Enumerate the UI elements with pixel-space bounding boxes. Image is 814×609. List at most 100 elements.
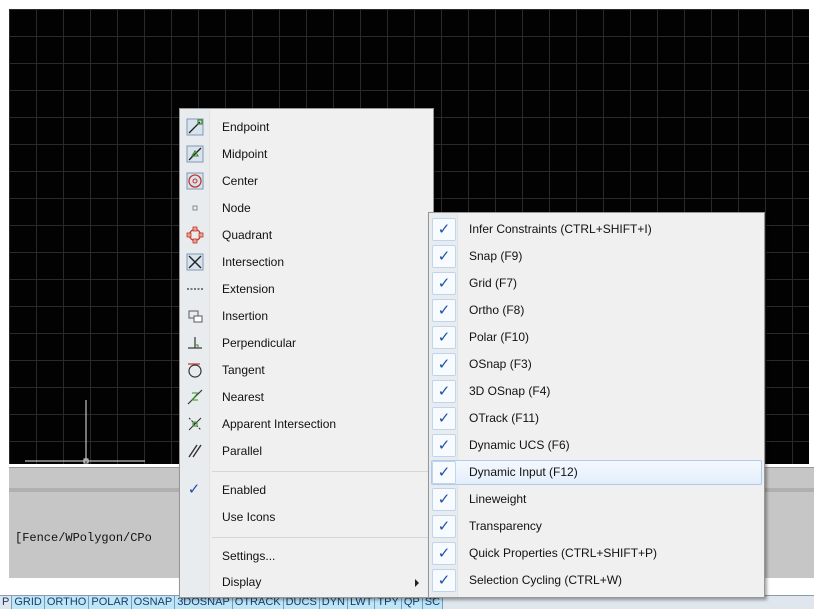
- checkmark-icon: ✓: [432, 299, 456, 322]
- checkmark-icon: ✓: [432, 380, 456, 403]
- parallel-icon: [188, 444, 202, 458]
- menu-item-label: Nearest: [222, 390, 265, 404]
- menu-item-endpoint[interactable]: Endpoint: [180, 114, 433, 141]
- menu-item-label: Grid (F7): [469, 276, 517, 290]
- center-icon: [186, 172, 204, 190]
- submenu-item-polar[interactable]: ✓ Polar (F10): [429, 324, 764, 351]
- submenu-item-dynamic-input[interactable]: ✓ Dynamic Input (F12): [429, 459, 764, 486]
- midpoint-icon: [186, 145, 204, 163]
- menu-item-quadrant[interactable]: Quadrant: [180, 222, 433, 249]
- menu-item-insertion[interactable]: Insertion: [180, 303, 433, 330]
- menu-item-label: Tangent: [222, 363, 265, 377]
- perpendicular-icon: [188, 337, 202, 349]
- menu-item-label: Midpoint: [222, 147, 268, 161]
- checkmark-icon: ✓: [432, 407, 456, 430]
- menu-item-settings[interactable]: Settings...: [180, 543, 433, 570]
- menu-item-label: Extension: [222, 282, 275, 296]
- checkmark-icon: ✓: [432, 434, 456, 457]
- menu-item-label: Polar (F10): [469, 330, 530, 344]
- extension-icon: [187, 288, 203, 290]
- menu-item-label: Display: [222, 575, 262, 589]
- menu-item-perpendicular[interactable]: Perpendicular: [180, 330, 433, 357]
- menu-item-extension[interactable]: Extension: [180, 276, 433, 303]
- checkmark-icon: ✓: [432, 542, 456, 565]
- menu-item-intersection[interactable]: Intersection: [180, 249, 433, 276]
- menu-item-label: OSnap (F3): [469, 357, 532, 371]
- submenu-item-quick-properties[interactable]: ✓ Quick Properties (CTRL+SHIFT+P): [429, 540, 764, 567]
- menu-item-label: Parallel: [222, 444, 263, 458]
- menu-item-label: Settings...: [222, 549, 276, 563]
- menu-item-label: Infer Constraints (CTRL+SHIFT+I): [469, 222, 652, 236]
- menu-item-label: Transparency: [469, 519, 542, 533]
- checkmark-icon: ✓: [432, 245, 456, 268]
- status-toggle-osnap[interactable]: OSNAP: [131, 596, 176, 609]
- menu-item-label: Quick Properties (CTRL+SHIFT+P): [469, 546, 658, 560]
- menu-item-label: Quadrant: [222, 228, 273, 242]
- node-icon: [192, 205, 198, 211]
- checkmark-icon: ✓: [432, 218, 456, 241]
- menu-item-center[interactable]: Center: [180, 168, 433, 195]
- checkmark-icon: ✓: [187, 481, 201, 498]
- endpoint-icon: [186, 118, 204, 136]
- menu-item-label: Center: [222, 174, 259, 188]
- menu-item-label: Endpoint: [222, 120, 270, 134]
- menu-item-label: Intersection: [222, 255, 285, 269]
- checkmark-icon: ✓: [432, 326, 456, 349]
- submenu-item-transparency[interactable]: ✓ Transparency: [429, 513, 764, 540]
- submenu-item-3d-osnap[interactable]: ✓ 3D OSnap (F4): [429, 378, 764, 405]
- display-submenu: ✓ Infer Constraints (CTRL+SHIFT+I) ✓ Snap (…: [428, 212, 765, 598]
- submenu-item-infer-constraints[interactable]: ✓ Infer Constraints (CTRL+SHIFT+I): [429, 216, 764, 243]
- menu-item-enabled[interactable]: ✓ Enabled: [180, 477, 433, 504]
- menu-item-use-icons[interactable]: Use Icons: [180, 504, 433, 531]
- menu-item-label: Dynamic Input (F12): [469, 465, 578, 479]
- menu-item-label: Insertion: [222, 309, 269, 323]
- menu-item-node[interactable]: Node: [180, 195, 433, 222]
- status-toggle-ortho[interactable]: ORTHO: [44, 596, 90, 609]
- menu-item-parallel[interactable]: Parallel: [180, 438, 433, 465]
- status-toggle-grid[interactable]: GRID: [12, 596, 45, 609]
- menu-item-label: Apparent Intersection: [222, 417, 337, 431]
- nearest-icon: [187, 389, 203, 405]
- ucs-icon: [25, 400, 145, 464]
- menu-item-label: Use Icons: [222, 510, 276, 524]
- status-toggle-p[interactable]: P: [0, 596, 13, 609]
- menu-item-label: 3D OSnap (F4): [469, 384, 551, 398]
- menu-item-label: Lineweight: [469, 492, 527, 506]
- submenu-item-osnap[interactable]: ✓ OSnap (F3): [429, 351, 764, 378]
- menu-item-label: Snap (F9): [469, 249, 523, 263]
- menu-item-label: Selection Cycling (CTRL+W): [469, 573, 623, 587]
- submenu-item-lineweight[interactable]: ✓ Lineweight: [429, 486, 764, 513]
- submenu-item-snap[interactable]: ✓ Snap (F9): [429, 243, 764, 270]
- checkmark-icon: ✓: [432, 488, 456, 511]
- menu-item-label: OTrack (F11): [469, 411, 540, 425]
- command-line-text[interactable]: [Fence/WPolygon/CPo: [15, 531, 152, 545]
- intersection-icon: [186, 253, 204, 271]
- menu-item-midpoint[interactable]: Midpoint: [180, 141, 433, 168]
- submenu-item-grid[interactable]: ✓ Grid (F7): [429, 270, 764, 297]
- menu-item-label: Perpendicular: [222, 336, 297, 350]
- status-toggle-polar[interactable]: POLAR: [89, 596, 132, 609]
- apparent-intersection-icon: [188, 417, 202, 431]
- insertion-icon: [188, 310, 203, 323]
- submenu-item-selection-cycling[interactable]: ✓ Selection Cycling (CTRL+W): [429, 567, 764, 594]
- menu-item-apparent-intersection[interactable]: Apparent Intersection: [180, 411, 433, 438]
- checkmark-icon: ✓: [432, 353, 456, 376]
- menu-item-label: Dynamic UCS (F6): [469, 438, 570, 452]
- tangent-icon: [188, 363, 202, 378]
- checkmark-icon: ✓: [432, 515, 456, 538]
- submenu-item-dynamic-ucs[interactable]: ✓ Dynamic UCS (F6): [429, 432, 764, 459]
- menu-separator: [212, 537, 430, 538]
- menu-item-display[interactable]: Display: [180, 569, 433, 596]
- menu-item-label: Node: [222, 201, 251, 215]
- checkmark-icon: ✓: [432, 461, 456, 484]
- submenu-item-otrack[interactable]: ✓ OTrack (F11): [429, 405, 764, 432]
- checkmark-icon: ✓: [432, 569, 456, 592]
- menu-item-tangent[interactable]: Tangent: [180, 357, 433, 384]
- menu-separator: [212, 471, 430, 472]
- menu-item-nearest[interactable]: Nearest: [180, 384, 433, 411]
- submenu-item-ortho[interactable]: ✓ Ortho (F8): [429, 297, 764, 324]
- checkmark-icon: ✓: [432, 272, 456, 295]
- quadrant-icon: [186, 226, 204, 244]
- menu-item-label: Enabled: [222, 483, 267, 497]
- osnap-context-menu: Endpoint Midpoint Center Node Quadrant I…: [179, 108, 434, 598]
